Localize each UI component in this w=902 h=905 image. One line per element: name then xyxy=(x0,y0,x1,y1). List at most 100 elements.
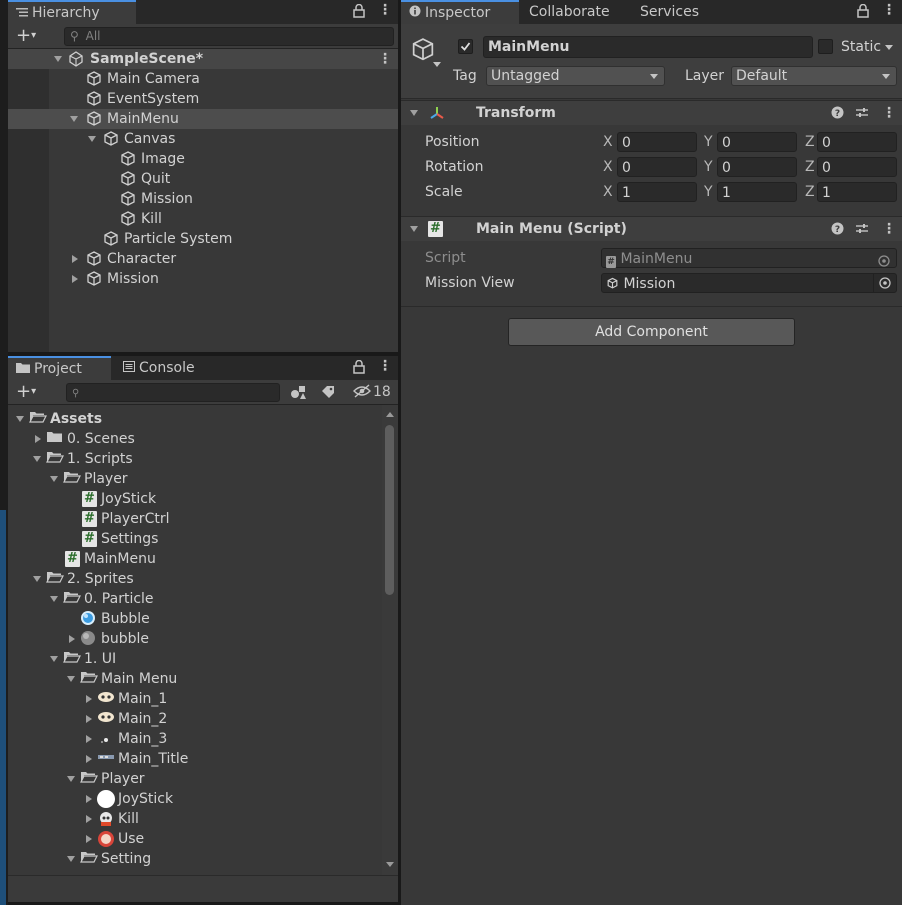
collapse-arrow-icon[interactable] xyxy=(35,435,41,443)
x-axis-label[interactable]: X xyxy=(603,156,613,178)
project-item-assets-folder[interactable]: Assets xyxy=(8,409,382,429)
hierarchy-item-canvas[interactable]: Canvas xyxy=(8,129,398,149)
tab-inspector[interactable]: Inspector xyxy=(401,0,519,24)
project-item-joystick-script[interactable]: # JoyStick xyxy=(8,489,382,509)
expand-arrow-icon[interactable] xyxy=(33,576,41,582)
collapse-arrow-icon[interactable] xyxy=(86,715,92,723)
expand-arrow-icon[interactable] xyxy=(67,776,75,782)
add-component-button[interactable]: Add Component xyxy=(508,318,795,346)
expand-arrow-icon[interactable] xyxy=(88,136,96,142)
scale-y-field[interactable]: 1 xyxy=(717,182,797,202)
project-item-player-folder[interactable]: Player xyxy=(8,469,382,489)
component-menu-icon[interactable]: ⋮ xyxy=(882,106,896,120)
project-item-sprites-folder[interactable]: 2. Sprites xyxy=(8,569,382,589)
project-item-particle-folder[interactable]: 0. Particle xyxy=(8,589,382,609)
create-dropdown-button[interactable]: +▾ xyxy=(16,26,36,46)
scrollbar-thumb[interactable] xyxy=(385,425,394,595)
z-axis-label[interactable]: Z xyxy=(805,131,815,153)
y-axis-label[interactable]: Y xyxy=(704,131,713,153)
position-z-field[interactable]: 0 xyxy=(817,132,897,152)
scale-z-field[interactable]: 1 xyxy=(817,182,897,202)
collapse-arrow-icon[interactable] xyxy=(86,755,92,763)
z-axis-label[interactable]: Z xyxy=(805,181,815,203)
hierarchy-item-character[interactable]: Character xyxy=(8,249,398,269)
rotation-x-field[interactable]: 0 xyxy=(617,157,697,177)
project-item-mainmenu-script[interactable]: # MainMenu xyxy=(8,549,382,569)
x-axis-label[interactable]: X xyxy=(603,181,613,203)
project-item-scripts-folder[interactable]: 1. Scripts xyxy=(8,449,382,469)
active-checkbox[interactable] xyxy=(458,39,473,54)
expand-arrow-icon[interactable] xyxy=(50,476,58,482)
project-item-joystick-sprite[interactable]: JoyStick xyxy=(8,789,382,809)
tab-project[interactable]: Project xyxy=(8,356,111,380)
script-component-header[interactable]: # Main Menu (Script) ? ⋮ xyxy=(401,216,902,241)
collapse-arrow-icon[interactable] xyxy=(69,635,75,643)
hierarchy-item-particle-system[interactable]: Particle System xyxy=(8,229,398,249)
tab-services[interactable]: Services xyxy=(632,0,730,24)
hierarchy-item-kill[interactable]: Kill xyxy=(8,209,398,229)
expand-arrow-icon[interactable] xyxy=(67,856,75,862)
search-by-type-icon[interactable] xyxy=(290,384,306,404)
lock-icon[interactable] xyxy=(353,359,365,378)
project-item-use-sprite[interactable]: Use xyxy=(8,829,382,849)
scroll-down-arrow-icon[interactable] xyxy=(386,862,394,867)
expand-arrow-icon[interactable] xyxy=(67,676,75,682)
object-picker-icon[interactable] xyxy=(873,274,896,292)
hierarchy-item-main-camera[interactable]: Main Camera xyxy=(8,69,398,89)
tab-collaborate[interactable]: Collaborate xyxy=(521,0,634,24)
scale-x-field[interactable]: 1 xyxy=(617,182,697,202)
static-checkbox[interactable] xyxy=(818,39,833,54)
project-item-main-menu-folder[interactable]: Main Menu xyxy=(8,669,382,689)
collapse-arrow-icon[interactable] xyxy=(72,275,78,283)
collapse-arrow-icon[interactable] xyxy=(86,795,92,803)
more-options-icon[interactable]: ⋮ xyxy=(378,359,392,373)
collapse-arrow-icon[interactable] xyxy=(86,835,92,843)
object-name-field[interactable]: MainMenu xyxy=(483,36,813,58)
hierarchy-item-mainmenu[interactable]: MainMenu xyxy=(8,109,398,129)
scene-menu-icon[interactable]: ⋮ xyxy=(378,52,392,66)
lock-icon[interactable] xyxy=(857,3,869,22)
tag-dropdown[interactable]: Untagged xyxy=(486,66,665,86)
collapse-arrow-icon[interactable] xyxy=(72,255,78,263)
hierarchy-item-eventsystem[interactable]: EventSystem xyxy=(8,89,398,109)
position-y-field[interactable]: 0 xyxy=(717,132,797,152)
position-x-field[interactable]: 0 xyxy=(617,132,697,152)
expand-arrow-icon[interactable] xyxy=(50,656,58,662)
layer-dropdown[interactable]: Default xyxy=(731,66,897,86)
project-item-setting-folder[interactable]: Setting xyxy=(8,849,382,869)
project-item-player-sprites-folder[interactable]: Player xyxy=(8,769,382,789)
transform-header[interactable]: Transform ? ⋮ xyxy=(401,100,902,125)
hierarchy-search-input[interactable]: ⚲ All xyxy=(64,27,394,46)
project-item-main-title-sprite[interactable]: Main_Title xyxy=(8,749,382,769)
project-item-main-1-sprite[interactable]: Main_1 xyxy=(8,689,382,709)
y-axis-label[interactable]: Y xyxy=(704,181,713,203)
project-item-scenes-folder[interactable]: 0. Scenes xyxy=(8,429,382,449)
collapse-arrow-icon[interactable] xyxy=(86,695,92,703)
expand-arrow-icon[interactable] xyxy=(16,416,24,422)
y-axis-label[interactable]: Y xyxy=(704,156,713,178)
more-options-icon[interactable]: ⋮ xyxy=(378,3,392,17)
hierarchy-item-mission[interactable]: Mission xyxy=(8,189,398,209)
tab-hierarchy[interactable]: Hierarchy xyxy=(8,0,136,24)
mission-view-field[interactable]: Mission xyxy=(601,273,897,293)
z-axis-label[interactable]: Z xyxy=(805,156,815,178)
project-item-settings-script[interactable]: # Settings xyxy=(8,529,382,549)
create-dropdown-button[interactable]: +▾ xyxy=(16,382,36,402)
more-options-icon[interactable]: ⋮ xyxy=(882,3,896,17)
project-search-input[interactable]: ⚲ xyxy=(66,383,280,402)
help-icon[interactable]: ? xyxy=(831,217,844,241)
help-icon[interactable]: ? xyxy=(831,101,844,125)
foldout-arrow-icon[interactable] xyxy=(410,226,418,232)
project-item-playerctrl-script[interactable]: # PlayerCtrl xyxy=(8,509,382,529)
static-dropdown-arrow-icon[interactable] xyxy=(885,45,893,50)
search-by-label-icon[interactable] xyxy=(321,385,335,403)
expand-arrow-icon[interactable] xyxy=(54,56,62,62)
expand-arrow-icon[interactable] xyxy=(70,116,78,122)
project-item-kill-sprite[interactable]: Kill xyxy=(8,809,382,829)
presets-icon[interactable] xyxy=(855,217,869,241)
presets-icon[interactable] xyxy=(855,101,869,125)
hierarchy-item-quit[interactable]: Quit xyxy=(8,169,398,189)
static-label[interactable]: Static xyxy=(841,37,881,57)
project-item-main-2-sprite[interactable]: Main_2 xyxy=(8,709,382,729)
collapse-arrow-icon[interactable] xyxy=(86,735,92,743)
